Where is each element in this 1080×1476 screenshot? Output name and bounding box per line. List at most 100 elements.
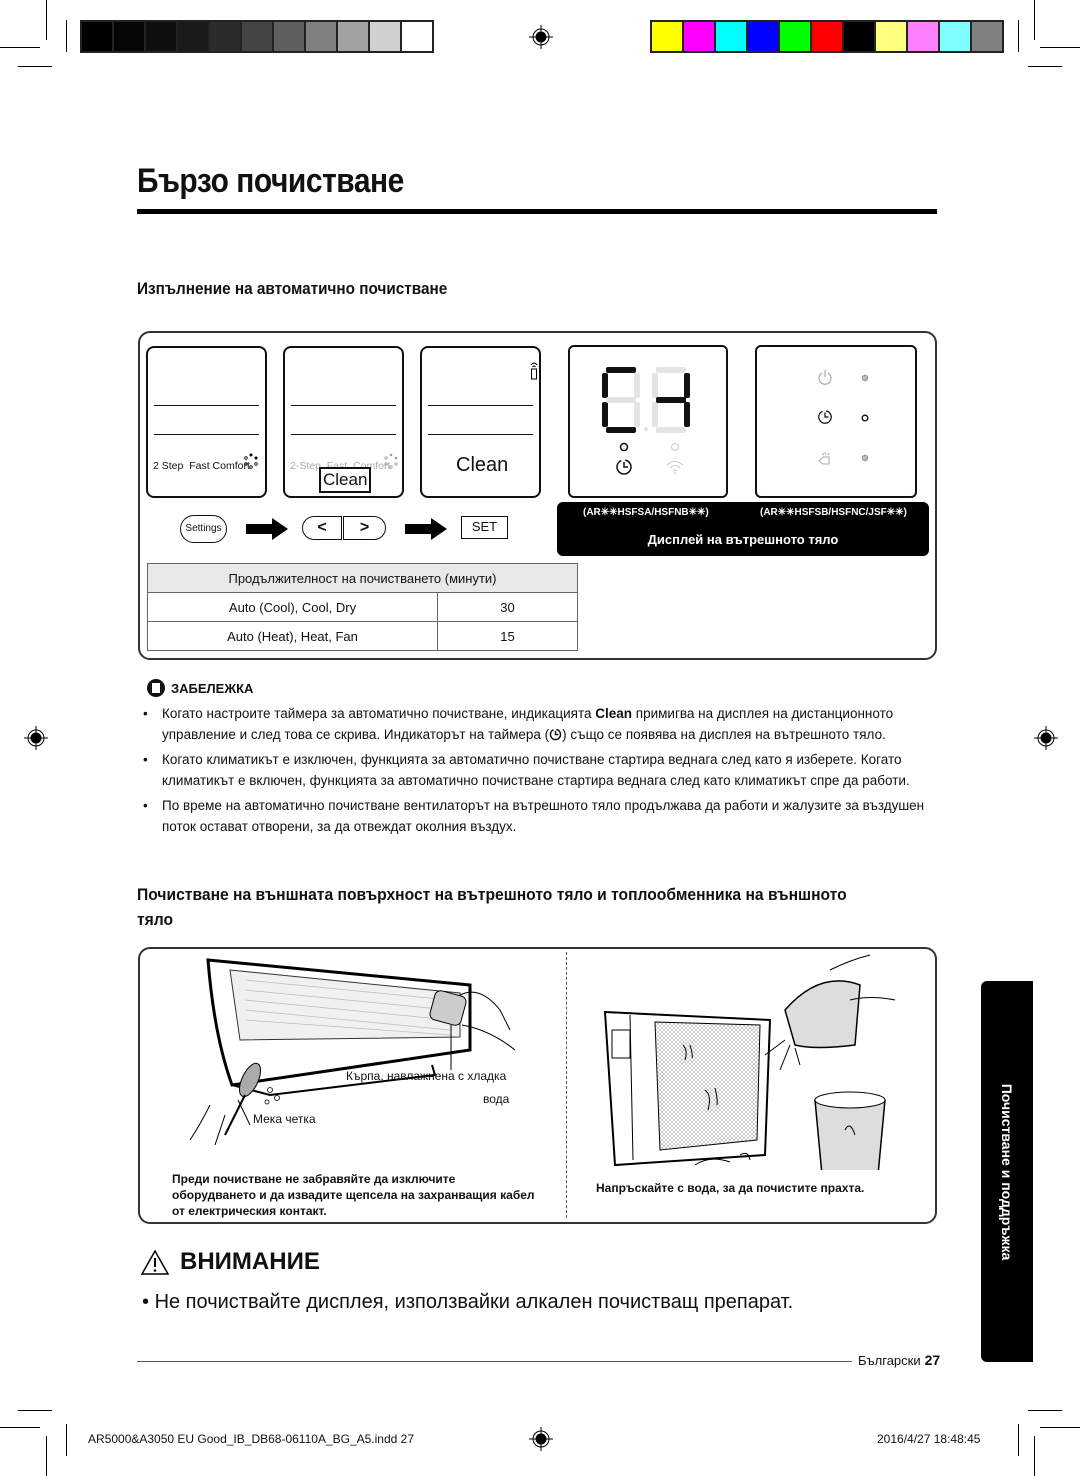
brush-label: Мека четка <box>253 1112 316 1126</box>
crop-mark <box>1040 47 1080 48</box>
print-slug-file: AR5000&A3050 EU Good_IB_DB68-06110A_BG_A… <box>88 1432 415 1446</box>
indicator-led-icon <box>861 374 869 382</box>
crop-mark <box>1018 20 1019 52</box>
table-row: Auto (Heat), Heat, Fan 15 <box>147 621 578 651</box>
crop-mark <box>1040 1427 1080 1428</box>
print-slug-date: 2016/4/27 18:48:45 <box>877 1432 981 1446</box>
table-cell-mode: Auto (Heat), Heat, Fan <box>147 621 438 651</box>
indicator-led-icon <box>619 442 629 452</box>
filter-clean-icon <box>818 451 830 465</box>
calibration-swatch <box>210 22 240 51</box>
cleaning-duration-table: Продължителност на почистването (минути)… <box>147 563 578 651</box>
remote-screen-step2: 2-Step Fast Comfort Single user Quiet d'… <box>283 346 404 498</box>
indicator-led-icon <box>671 443 679 451</box>
remote-signal-icon <box>530 362 538 380</box>
cloth-label-line2: вода <box>483 1092 510 1106</box>
table-row: Auto (Cool), Cool, Dry 30 <box>147 592 578 622</box>
calibration-swatch <box>82 22 112 51</box>
timer-icon <box>616 459 632 475</box>
timer-icon <box>818 410 832 424</box>
indoor-unit-cleaning-illustration <box>189 958 516 1145</box>
loading-dots-icon <box>384 453 398 469</box>
calibration-swatch <box>146 22 176 51</box>
wifi-icon <box>666 461 684 475</box>
footer-rule <box>137 1361 852 1362</box>
calibration-swatch <box>114 22 144 51</box>
calibration-swatch <box>812 22 842 51</box>
registration-mark-icon <box>24 726 48 750</box>
clean-highlight-label: Clean <box>319 467 372 493</box>
calibration-swatch <box>178 22 208 51</box>
set-button[interactable]: SET <box>461 516 508 539</box>
crop-mark <box>66 20 67 52</box>
crop-mark <box>1034 1436 1035 1476</box>
calibration-swatch <box>370 22 400 51</box>
section-heading-surface-cleaning: Почистване на външната повърхност на вът… <box>137 885 847 929</box>
footer-language: Български <box>858 1353 921 1368</box>
page-title: Бързо почистване <box>137 162 404 200</box>
note-item: Когато настроите таймера за автоматично … <box>140 704 940 745</box>
warning-triangle-icon <box>140 1248 170 1275</box>
caution-heading: ВНИМАНИЕ <box>140 1248 320 1276</box>
crop-mark <box>0 47 40 48</box>
calibration-swatch <box>844 22 874 51</box>
clean-label: Clean <box>456 454 509 476</box>
table-cell-minutes: 30 <box>437 592 578 622</box>
calibration-swatch <box>402 22 432 51</box>
crop-mark <box>1018 1424 1019 1456</box>
calibration-swatch <box>748 22 778 51</box>
note-heading-text: ЗАБЕЛЕЖКА <box>171 680 254 696</box>
crop-mark <box>46 1436 47 1476</box>
registration-mark-icon <box>529 1427 553 1451</box>
indoor-display-b <box>755 345 917 498</box>
indicator-led-icon <box>861 414 869 422</box>
crop-mark <box>0 1427 40 1428</box>
loading-dots-icon <box>244 453 258 469</box>
table-header: Продължителност на почистването (минути) <box>147 563 578 593</box>
calibration-swatch <box>876 22 906 51</box>
calibration-swatch <box>940 22 970 51</box>
crop-mark <box>18 66 52 67</box>
note-list: Когато настроите таймера за автоматично … <box>140 704 940 842</box>
remote-screen-step1: 2 Step Fast Comfort Single user Quiet d'… <box>146 346 267 498</box>
calibration-swatch <box>652 22 682 51</box>
title-rule <box>137 209 937 214</box>
grayscale-calibration-bar <box>80 20 434 53</box>
cloth-label-line1: Кърпа, навлажнена с хладка <box>346 1069 507 1083</box>
model-label-a: (AR✳✳HSFSA/HSFNB✳✳) <box>583 507 709 518</box>
crop-mark <box>1028 1410 1062 1411</box>
calibration-swatch <box>972 22 1002 51</box>
spray-caption: Напръскайте с вода, за да почистите прах… <box>596 1181 865 1195</box>
remote-screen-step3: Clean <box>420 346 541 498</box>
caution-heading-text: ВНИМАНИЕ <box>180 1248 320 1275</box>
calibration-swatch <box>242 22 272 51</box>
settings-button[interactable]: Settings <box>180 515 227 543</box>
section-heading-auto-clean: Изпълнение на автоматично почистване <box>137 279 448 298</box>
indoor-display-a <box>568 345 728 498</box>
outdoor-unit-spray-illustration <box>603 954 896 1170</box>
indicator-led-icon <box>861 454 869 462</box>
model-label-b: (AR✳✳HSFSB/HSFNC/JSF✳✳) <box>760 507 907 518</box>
crop-mark <box>1028 66 1062 67</box>
table-header-row: Продължителност на почистването (минути) <box>147 563 578 593</box>
panel-divider <box>566 952 567 1218</box>
page-number: 27 <box>924 1352 941 1368</box>
display-caption-text: Дисплей на вътрешното тяло <box>647 532 839 547</box>
left-arrow-button[interactable]: < <box>302 516 342 540</box>
chapter-side-tab-label: Почистване и поддръжка <box>999 1083 1015 1260</box>
calibration-swatch <box>908 22 938 51</box>
crop-mark <box>46 0 47 40</box>
calibration-swatch <box>274 22 304 51</box>
caution-item: • Не почиствайте дисплея, използвайки ал… <box>142 1291 794 1313</box>
crop-mark <box>18 1410 52 1411</box>
seven-segment-cl-display <box>602 367 690 433</box>
color-calibration-bar <box>650 20 1004 53</box>
indoor-display-caption: (AR✳✳HSFSA/HSFNB✳✳) (AR✳✳HSFSB/HSFNC/JSF… <box>557 502 929 556</box>
right-arrow-button[interactable]: > <box>343 516 386 540</box>
registration-mark-icon <box>529 25 553 49</box>
note-item: По време на автоматично почистване венти… <box>140 796 940 837</box>
table-cell-minutes: 15 <box>437 621 578 651</box>
note-heading: ЗАБЕЛЕЖКА <box>147 679 253 697</box>
calibration-swatch <box>780 22 810 51</box>
table-cell-mode: Auto (Cool), Cool, Dry <box>147 592 438 622</box>
